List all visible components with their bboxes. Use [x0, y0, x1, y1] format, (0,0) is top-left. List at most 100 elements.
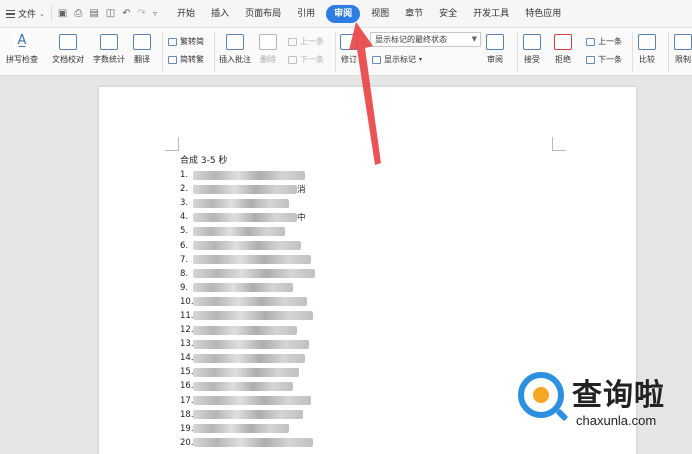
translate-button[interactable]: 翻译 [133, 34, 151, 65]
file-menu[interactable]: 文件 ⌄ [0, 0, 51, 28]
tab-view[interactable]: 视图 [363, 5, 397, 23]
markup-mode-select[interactable]: 显示标记的最终状态 ▼ [370, 32, 481, 47]
prev-change-button[interactable]: 上一条 [586, 36, 622, 47]
next-comment-label: 下一条 [300, 55, 324, 64]
blurred-text [193, 283, 293, 293]
list-item: 7. [180, 253, 315, 267]
blurred-text [193, 311, 313, 321]
tab-developer[interactable]: 开发工具 [465, 5, 517, 23]
compare-label: 比较 [639, 55, 655, 64]
export-icon[interactable]: ⎙ [74, 8, 82, 19]
compare-button[interactable]: 比较 [638, 34, 656, 65]
trad-to-simp-label: 繁转简 [180, 37, 204, 46]
list-item: 15. [180, 365, 315, 379]
list-item: 11. [180, 309, 315, 323]
divider [668, 32, 669, 72]
insert-comment-icon [226, 34, 244, 50]
quick-access-toolbar: ▣ ⎙ ▤ ◫ ↶ ↷ ▿ [50, 5, 163, 22]
redo-icon[interactable]: ↷ [138, 8, 146, 19]
doc-proof-label: 文档校对 [52, 55, 84, 64]
prev-comment-button[interactable]: 上一条 [288, 36, 324, 47]
simp-to-trad-button[interactable]: 简转繁 [168, 54, 204, 65]
list-item-tail: 消 [297, 185, 306, 196]
spell-check-icon: A̲ [13, 34, 31, 50]
track-changes-icon [340, 34, 358, 50]
insert-comment-button[interactable]: 插入批注 [219, 34, 251, 65]
blurred-text [193, 297, 307, 307]
blurred-text [193, 269, 315, 279]
delete-comment-icon [259, 34, 277, 50]
simp-to-trad-icon [168, 55, 177, 64]
list-item: 9. [180, 281, 315, 295]
list-item: 4. 中 [180, 212, 306, 224]
tab-special-apps[interactable]: 特色应用 [517, 5, 569, 23]
watermark-brand: 查询啦 [572, 378, 665, 413]
print-preview-icon[interactable]: ◫ [106, 8, 115, 19]
list-item: 20. [180, 436, 315, 450]
restrict-label: 限制 [675, 55, 691, 64]
track-changes-button[interactable]: 修订 [340, 34, 358, 65]
divider [632, 32, 633, 72]
print-icon[interactable]: ▤ [89, 8, 98, 19]
magnifier-logo-icon [518, 372, 564, 418]
blurred-text [193, 438, 313, 448]
page-corner-mark [165, 137, 179, 151]
show-markup-button[interactable]: 显示标记 ▾ [372, 54, 422, 65]
blurred-text [193, 255, 311, 265]
doc-proof-button[interactable]: 文档校对 [52, 34, 84, 65]
customize-icon[interactable]: ▿ [153, 9, 157, 18]
prev-change-icon [586, 37, 595, 46]
delete-comment-button[interactable]: 删除 [259, 34, 277, 65]
accept-label: 接受 [524, 55, 540, 64]
word-count-icon [100, 34, 118, 50]
list-item: 13. [180, 337, 315, 351]
review-pane-icon [486, 34, 504, 50]
word-count-button[interactable]: 字数统计 [93, 34, 125, 65]
reject-label: 拒绝 [555, 55, 571, 64]
tab-home[interactable]: 开始 [169, 5, 203, 23]
divider [517, 32, 518, 72]
doc-proof-icon [59, 34, 77, 50]
track-changes-label: 修订 [341, 55, 357, 64]
restrict-editing-button[interactable]: 限制 [674, 34, 692, 65]
accept-button[interactable]: 接受 [523, 34, 541, 65]
next-comment-button[interactable]: 下一条 [288, 54, 324, 65]
blurred-text [193, 339, 309, 349]
tab-page-layout[interactable]: 页面布局 [237, 5, 289, 23]
divider [162, 32, 163, 72]
blurred-text [193, 226, 285, 236]
list-item: 18. [180, 408, 315, 422]
page-corner-mark [552, 137, 566, 151]
divider [335, 32, 336, 72]
tab-security[interactable]: 安全 [431, 5, 465, 23]
blurred-text [193, 212, 297, 222]
tab-insert[interactable]: 插入 [203, 5, 237, 23]
list-item: 12. [180, 323, 315, 337]
next-comment-icon [288, 55, 297, 64]
reject-button[interactable]: 拒绝 [554, 34, 572, 65]
save-icon[interactable]: ▣ [58, 8, 67, 19]
chevron-down-icon: ⌄ [39, 9, 45, 18]
chevron-down-icon: ▾ [419, 56, 423, 63]
undo-icon[interactable]: ↶ [122, 8, 130, 19]
chevron-down-icon: ▼ [471, 35, 477, 43]
blurred-text [193, 410, 303, 420]
next-change-button[interactable]: 下一条 [586, 54, 622, 65]
prev-comment-icon [288, 37, 297, 46]
tab-references[interactable]: 引用 [289, 5, 323, 23]
spell-check-button[interactable]: A̲ 拼写检查 [6, 34, 38, 65]
prev-comment-label: 上一条 [300, 37, 324, 46]
tab-review[interactable]: 审阅 [326, 4, 361, 23]
list-item: 10. [180, 295, 315, 309]
review-pane-label: 审阅 [487, 55, 503, 64]
divider [214, 32, 215, 72]
list-item: 2. 消 [180, 184, 306, 196]
list-item-tail: 中 [297, 213, 306, 224]
markup-mode-value: 显示标记的最终状态 [375, 35, 447, 44]
list-item: 1. [180, 168, 315, 182]
tab-chapter[interactable]: 章节 [397, 5, 431, 23]
trad-to-simp-button[interactable]: 繁转简 [168, 36, 204, 47]
simp-to-trad-label: 简转繁 [180, 55, 204, 64]
review-pane-button[interactable]: 审阅 [486, 34, 504, 65]
file-menu-label: 文件 [18, 10, 37, 20]
